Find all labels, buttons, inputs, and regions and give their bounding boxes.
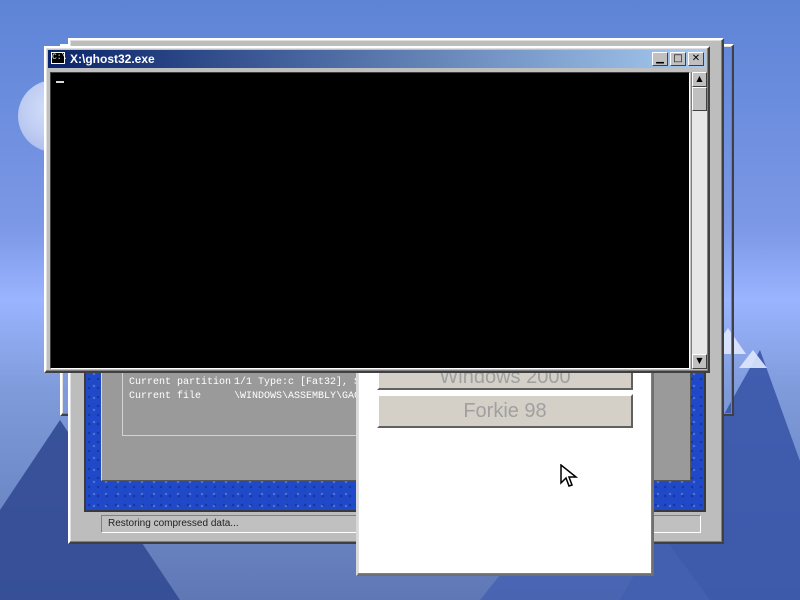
close-button[interactable]: ✕ <box>688 52 704 66</box>
status-text: Restoring compressed data... <box>108 518 239 529</box>
window-titlebar[interactable]: C:\ X:\ghost32.exe ▁ □ ✕ <box>48 50 706 68</box>
current-file-label: Current file <box>129 391 202 402</box>
desktop: Current partition 1/1 Type:c [Fat32], Si… <box>0 0 800 600</box>
cmd-icon: C:\ <box>51 52 67 64</box>
chevron-down-icon: ▼ <box>696 356 703 365</box>
maximize-icon: □ <box>673 53 683 64</box>
snow-peak-2 <box>739 350 767 368</box>
window-title: X:\ghost32.exe <box>70 52 155 66</box>
boot-option-forkie-98[interactable]: Forkie 98 <box>377 394 633 428</box>
current-file-value: \WINDOWS\ASSEMBLY\GAC_3 <box>234 391 360 402</box>
mouse-pointer-icon <box>560 464 578 487</box>
chevron-up-icon: ▲ <box>696 74 703 83</box>
text-cursor <box>56 81 64 83</box>
close-icon: ✕ <box>691 53 701 64</box>
boot-menu-window <box>356 360 654 576</box>
current-partition-label: Current partition <box>129 377 232 388</box>
minimize-button[interactable]: ▁ <box>652 52 668 66</box>
scrollbar-thumb[interactable] <box>692 87 707 111</box>
scroll-up-button[interactable]: ▲ <box>692 72 707 87</box>
maximize-button[interactable]: □ <box>670 52 686 66</box>
vertical-scrollbar[interactable]: ▲ ▼ <box>691 72 707 369</box>
scroll-down-button[interactable]: ▼ <box>692 354 707 369</box>
console-area[interactable] <box>50 72 690 369</box>
command-prompt-window: C:\ X:\ghost32.exe ▁ □ ✕ ▲ ▼ <box>44 46 710 373</box>
minimize-icon: ▁ <box>656 53 664 64</box>
